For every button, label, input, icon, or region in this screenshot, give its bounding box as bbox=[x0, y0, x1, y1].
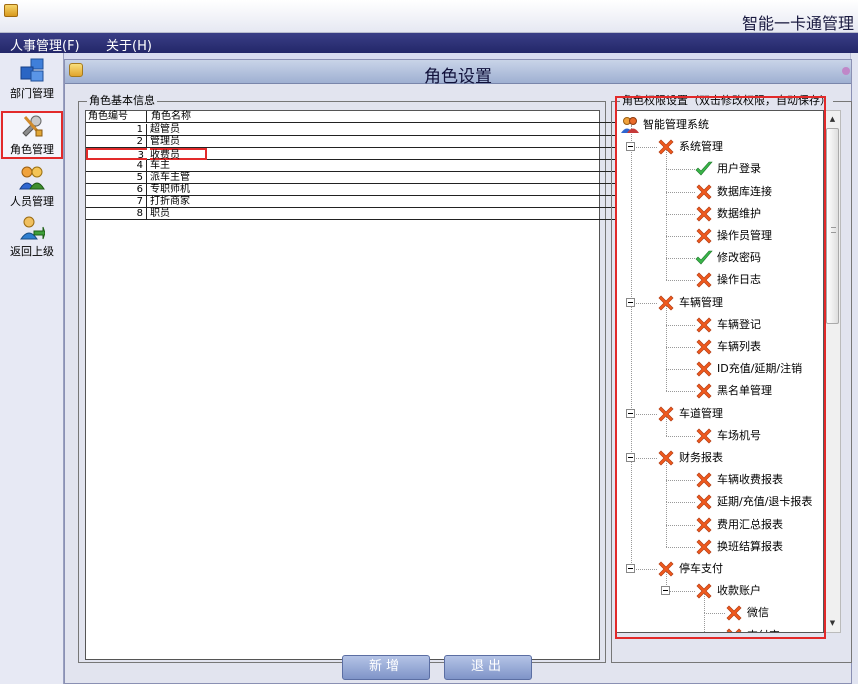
cell-role-name: 超管员 bbox=[150, 124, 180, 135]
scroll-thumb[interactable] bbox=[826, 128, 839, 324]
table-row[interactable]: 3 收费员 bbox=[86, 148, 668, 161]
window-title: 智能一卡通管理 bbox=[741, 14, 854, 33]
table-row[interactable]: 8 职员 bbox=[86, 208, 668, 220]
nav-return-label: 返回上级 bbox=[10, 245, 54, 258]
table-row[interactable]: 4 车主 bbox=[86, 160, 668, 172]
cell-role-id: 6 bbox=[86, 184, 147, 196]
table-row[interactable]: 7 打折商家 bbox=[86, 196, 668, 208]
table-row[interactable]: 2 管理员 bbox=[86, 136, 668, 148]
title-bar: 智能一卡通管理 bbox=[0, 0, 858, 33]
cell-role-name: 打折商家 bbox=[150, 196, 190, 207]
grip-icon bbox=[831, 227, 836, 233]
cell-role-id: 2 bbox=[86, 136, 147, 148]
cell-role-name: 收费员 bbox=[150, 148, 207, 161]
nav-people-label: 人员管理 bbox=[10, 195, 54, 208]
nav-role-label: 角色管理 bbox=[10, 143, 54, 156]
role-table: 角色编号 角色名称 1 超管员 2 管理员 3 收费员 4 车主 5 派车主管 6 专职师机 7 打折商家… bbox=[85, 110, 668, 660]
cell-role-id: 5 bbox=[86, 172, 147, 184]
nav-department-label: 部门管理 bbox=[10, 87, 54, 100]
panel-title: 角色设置 bbox=[424, 67, 492, 87]
nav-department[interactable]: 部门管理 bbox=[1, 57, 63, 100]
panel-header: 角色设置 bbox=[65, 60, 851, 87]
table-row[interactable]: 1 超管员 bbox=[86, 124, 668, 136]
tools-icon bbox=[22, 115, 43, 137]
cell-role-id: 4 bbox=[86, 160, 147, 172]
tree-scrollbar[interactable]: ▲ ▼ bbox=[824, 110, 841, 633]
cell-role-name: 专职师机 bbox=[150, 184, 190, 195]
add-button[interactable]: 新增 bbox=[342, 655, 430, 680]
nav-return[interactable]: 返回上级 bbox=[1, 215, 63, 259]
app-icon bbox=[4, 4, 18, 17]
table-row[interactable]: 6 专职师机 bbox=[86, 184, 668, 196]
col-role-name[interactable]: 角色名称 bbox=[149, 111, 667, 123]
cell-role-name: 职员 bbox=[150, 208, 170, 219]
menu-bar: 人事管理(F) 关于(H) bbox=[0, 33, 858, 54]
cell-role-name: 管理员 bbox=[150, 136, 180, 147]
cell-role-name: 车主 bbox=[150, 160, 170, 171]
permission-highlight bbox=[615, 96, 826, 639]
col-role-id[interactable]: 角色编号 bbox=[86, 111, 147, 123]
cell-role-id: 7 bbox=[86, 196, 147, 208]
menu-personnel[interactable]: 人事管理(F) bbox=[10, 35, 80, 54]
scroll-up-icon[interactable]: ▲ bbox=[825, 112, 840, 127]
cell-role-id: 3 bbox=[86, 148, 147, 161]
table-header: 角色编号 角色名称 bbox=[86, 111, 668, 123]
cell-role-id: 8 bbox=[86, 208, 147, 220]
nav-people[interactable]: 人员管理 bbox=[1, 165, 63, 209]
panel-close-icon[interactable] bbox=[842, 67, 850, 75]
role-info-legend: 角色基本信息 bbox=[87, 94, 157, 108]
department-icon bbox=[20, 58, 44, 82]
scroll-down-icon[interactable]: ▼ bbox=[825, 616, 840, 631]
nav-role[interactable]: 角色管理 bbox=[1, 111, 63, 159]
exit-button[interactable]: 退出 bbox=[444, 655, 532, 680]
left-nav: 部门管理 角色管理 人员管理 返回上级 bbox=[0, 53, 64, 684]
people-icon bbox=[19, 166, 45, 190]
table-row[interactable]: 5 派车主管 bbox=[86, 172, 668, 184]
cell-role-id: 1 bbox=[86, 124, 147, 136]
return-icon bbox=[20, 216, 45, 240]
cell-role-name: 派车主管 bbox=[150, 172, 190, 183]
menu-about[interactable]: 关于(H) bbox=[106, 35, 152, 54]
